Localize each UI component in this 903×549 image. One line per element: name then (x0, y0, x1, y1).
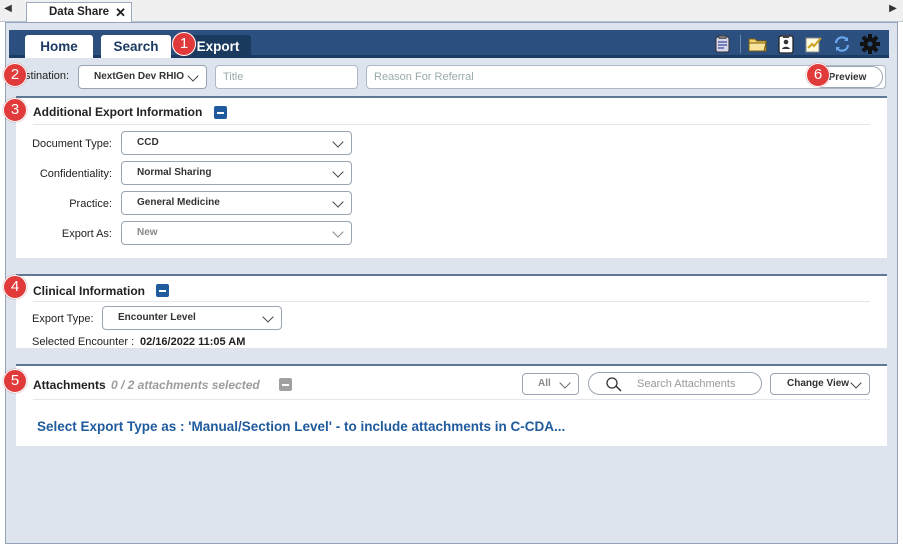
tab-search[interactable]: Search (101, 35, 171, 58)
tab-data-share[interactable]: Data Share ✕ (26, 2, 132, 23)
chevron-down-icon (559, 377, 571, 389)
attachment-filter-value: All (538, 378, 551, 389)
chevron-down-icon (262, 311, 274, 323)
callout-badge-1: 1 (172, 32, 196, 56)
confidentiality-value: Normal Sharing (137, 167, 212, 178)
change-view-label: Change View (787, 378, 850, 389)
collapse-minus-icon[interactable] (279, 378, 292, 391)
scroll-left-icon[interactable]: ◀ (2, 3, 14, 14)
divider (33, 124, 870, 125)
selected-encounter-value: 02/16/2022 11:05 AM (140, 336, 246, 348)
attachments-message: Select Export Type as : 'Manual/Section … (37, 419, 566, 434)
chevron-down-icon (332, 226, 344, 238)
sign-icon[interactable] (803, 33, 825, 55)
patient-card-icon[interactable] (775, 33, 797, 55)
export-type-value: Encounter Level (118, 312, 196, 323)
callout-badge-3: 3 (3, 98, 27, 122)
callout-badge-4: 4 (3, 275, 27, 299)
toolbar-separator (740, 35, 741, 53)
callout-badge-2: 2 (3, 63, 27, 87)
callout-badge-5: 5 (3, 369, 27, 393)
tab-data-share-label: Data Share (49, 6, 110, 18)
confidentiality-label: Confidentiality: (39, 168, 112, 180)
additional-export-panel: Additional Export Information Document T… (16, 96, 887, 258)
clinical-information-title: Clinical Information (33, 284, 146, 298)
chevron-down-icon (187, 70, 199, 82)
export-as-value: New (137, 227, 158, 238)
divider (33, 399, 870, 400)
document-tab-strip: ◀ Data Share ✕ ▶ (0, 0, 903, 23)
refresh-icon[interactable] (831, 33, 853, 55)
document-type-select[interactable]: CCD (121, 131, 352, 155)
close-icon[interactable]: ✕ (115, 5, 126, 21)
change-view-select[interactable]: Change View (770, 373, 870, 395)
document-type-value: CCD (137, 137, 159, 148)
toolbar (712, 32, 881, 56)
tab-home[interactable]: Home (25, 35, 93, 58)
clinical-information-panel: Clinical Information Export Type: Encoun… (16, 274, 887, 348)
attachments-panel: Attachments 0 / 2 attachments selected A… (16, 364, 887, 446)
practice-value: General Medicine (137, 197, 220, 208)
gear-icon[interactable] (859, 33, 881, 55)
export-as-label: Export As: (61, 228, 112, 240)
chevron-down-icon (850, 377, 862, 389)
selected-encounter-label: Selected Encounter : (32, 336, 135, 348)
attachments-count: 0 / 2 attachments selected (111, 378, 260, 392)
destination-value: NextGen Dev RHIO (94, 71, 185, 82)
export-type-select[interactable]: Encounter Level (102, 306, 282, 330)
chevron-down-icon (332, 166, 344, 178)
search-attachments-placeholder: Search Attachments (637, 378, 736, 390)
export-type-label: Export Type: (32, 313, 94, 325)
title-input[interactable]: Title (215, 65, 358, 89)
collapse-minus-icon[interactable] (214, 106, 227, 119)
practice-label: Practice: (69, 198, 112, 210)
destination-row: Destination: NextGen Dev RHIO Title Reas… (9, 62, 889, 92)
document-type-label: Document Type: (32, 138, 112, 150)
attachments-title: Attachments (33, 378, 106, 392)
divider (33, 301, 870, 302)
export-as-select[interactable]: New (121, 221, 352, 245)
confidentiality-select[interactable]: Normal Sharing (121, 161, 352, 185)
additional-export-title: Additional Export Information (33, 105, 203, 119)
callout-badge-6: 6 (806, 63, 830, 87)
search-icon (605, 376, 623, 401)
attachment-filter-select[interactable]: All (522, 373, 579, 395)
chevron-down-icon (332, 196, 344, 208)
search-attachments-input[interactable]: Search Attachments (588, 372, 762, 395)
chevron-down-icon (332, 136, 344, 148)
scroll-right-icon[interactable]: ▶ (887, 3, 899, 14)
practice-select[interactable]: General Medicine (121, 191, 352, 215)
collapse-minus-icon[interactable] (156, 284, 169, 297)
destination-select[interactable]: NextGen Dev RHIO (78, 65, 207, 89)
folder-icon[interactable] (747, 33, 769, 55)
clipboard-icon[interactable] (712, 33, 734, 55)
nav-header: Home Search Export (9, 30, 889, 58)
